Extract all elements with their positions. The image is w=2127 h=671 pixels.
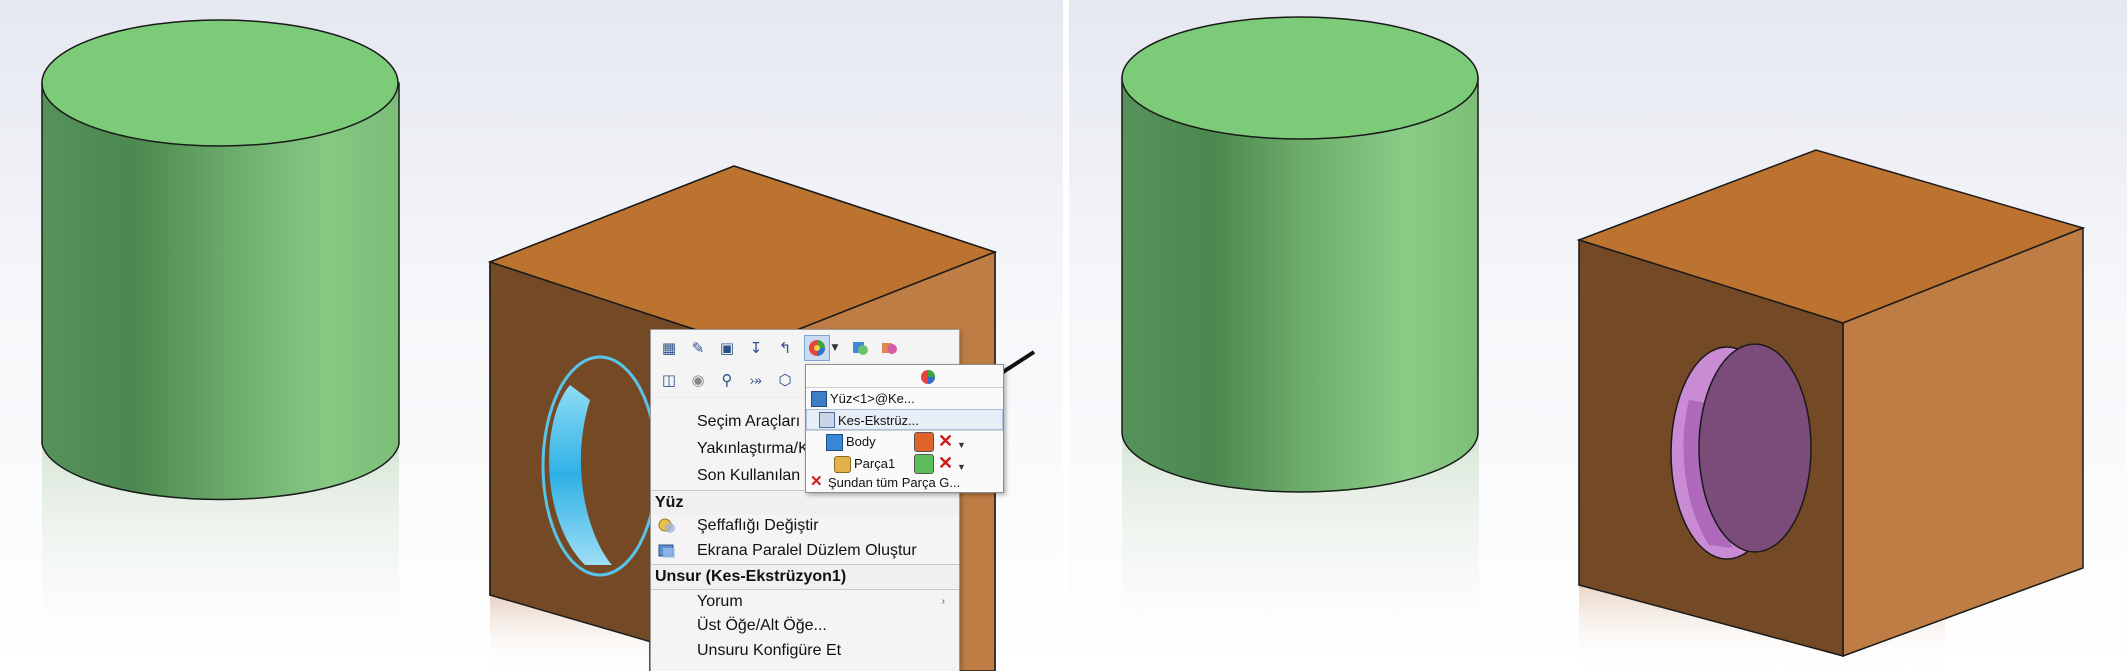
menu-item-comment[interactable]: Yorum › bbox=[651, 589, 959, 614]
face-icon bbox=[811, 391, 827, 407]
flyout-row-body[interactable]: Body ✕ ▼ bbox=[806, 431, 1003, 452]
menu-section-feature: Unsur (Kes-Ekstrüzyon1) bbox=[651, 564, 959, 589]
cylinder-body[interactable] bbox=[41, 19, 400, 501]
body-icon bbox=[826, 434, 843, 451]
cut-extrude-icon bbox=[819, 412, 835, 428]
rollback-icon[interactable]: ↧ bbox=[743, 335, 769, 361]
hide-icon[interactable]: ◉ bbox=[685, 367, 711, 393]
cut-hole[interactable] bbox=[1670, 343, 1812, 560]
transparency-icon bbox=[657, 517, 677, 535]
menu-item-change-transparency[interactable]: Şeffaflığı Değiştir bbox=[651, 514, 959, 538]
dropdown-arrow-icon[interactable]: ▼ bbox=[829, 335, 841, 361]
selected-hole-face[interactable] bbox=[541, 355, 662, 577]
flyout-row-part[interactable]: Parça1 ✕ ▼ bbox=[806, 453, 1003, 474]
menu-item-parent-child[interactable]: Üst Öğe/Alt Öğe... bbox=[651, 614, 959, 638]
box-body-right[interactable] bbox=[1576, 149, 2086, 658]
flyout-row-remove-all[interactable]: ✕ Şundan tüm Parça G... bbox=[806, 472, 1003, 493]
cylinder-body-right[interactable] bbox=[1121, 16, 1479, 493]
parallel-plane-icon bbox=[657, 542, 677, 560]
remove-part-appearance-icon[interactable]: ✕ bbox=[938, 454, 953, 472]
display-pane-icon[interactable] bbox=[876, 335, 902, 361]
edit-sketch-icon[interactable]: ▦ bbox=[656, 335, 682, 361]
zoom-to-selection-icon[interactable]: ⚲ bbox=[714, 367, 740, 393]
menu-item-create-parallel-plane[interactable]: Ekrana Paralel Düzlem Oluştur bbox=[651, 539, 959, 563]
appearances-panel-icon[interactable] bbox=[847, 335, 873, 361]
flyout-row-feature[interactable]: Kes-Ekstrüz... bbox=[806, 409, 1003, 430]
isometric-icon[interactable]: ⬡ bbox=[772, 367, 798, 393]
appearance-flyout: Yüz<1>@Ke... Kes-Ekstrüz... Body ✕ ▼ Par… bbox=[805, 364, 1004, 493]
remove-body-appearance-icon[interactable]: ✕ bbox=[938, 432, 953, 450]
appearance-icon[interactable] bbox=[804, 335, 830, 361]
graphics-area-right[interactable] bbox=[1069, 0, 2127, 671]
body-color-swatch[interactable] bbox=[914, 432, 934, 452]
cylinder-top-face bbox=[41, 19, 399, 147]
color-wheel-icon[interactable] bbox=[920, 369, 936, 385]
part-icon bbox=[834, 456, 851, 473]
coordinate-icon[interactable]: ⤖ bbox=[743, 367, 769, 393]
cylinder-top-face-right bbox=[1121, 16, 1479, 140]
edit-feature-icon[interactable]: ✎ bbox=[685, 335, 711, 361]
menu-item-configure-feature[interactable]: Unsuru Konfigüre Et bbox=[651, 639, 959, 663]
submenu-arrow-icon: › bbox=[941, 596, 945, 607]
part-color-swatch[interactable] bbox=[914, 454, 934, 474]
remove-all-icon: ✕ bbox=[810, 473, 823, 490]
model-canvas-right[interactable] bbox=[1069, 0, 2127, 671]
sketch-icon[interactable]: ▣ bbox=[714, 335, 740, 361]
normal-to-icon[interactable]: ◫ bbox=[656, 367, 682, 393]
menu-section-face: Yüz bbox=[651, 490, 959, 515]
flyout-row-face[interactable]: Yüz<1>@Ke... bbox=[806, 388, 1003, 409]
undo-arrow-icon[interactable]: ↰ bbox=[772, 335, 798, 361]
